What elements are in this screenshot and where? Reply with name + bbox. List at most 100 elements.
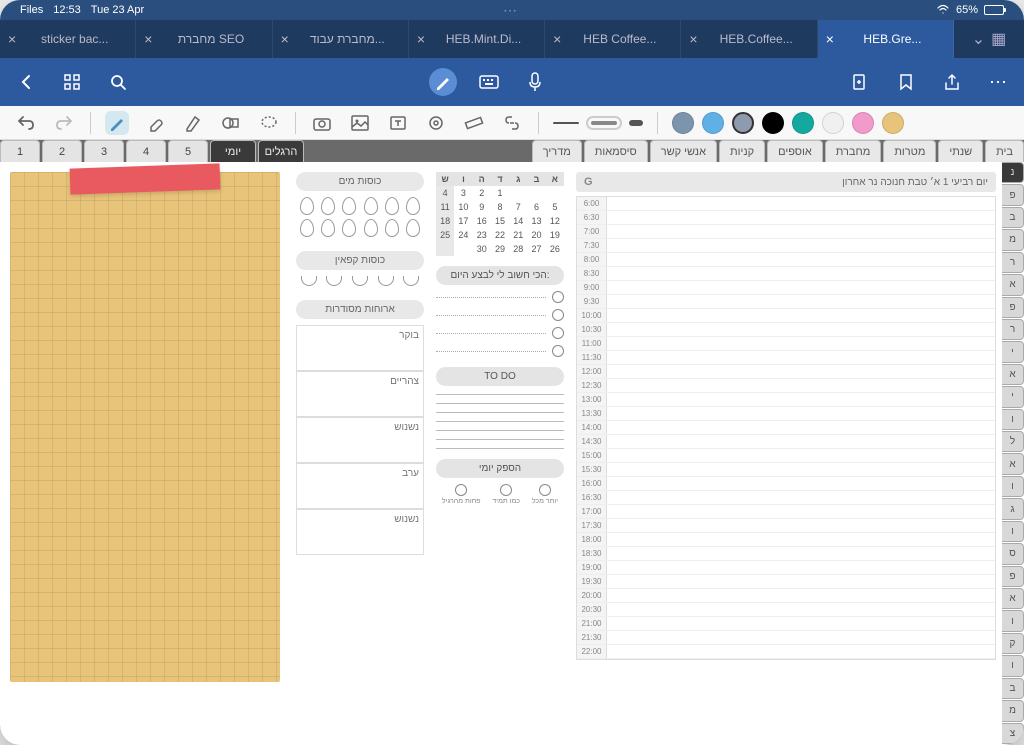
section-tab[interactable]: מחברת <box>825 140 882 162</box>
section-tab[interactable]: בית <box>985 140 1024 162</box>
back-icon[interactable] <box>12 68 40 96</box>
month-side-tab[interactable]: א <box>1002 364 1024 385</box>
mic-icon[interactable] <box>521 68 549 96</box>
review-option[interactable] <box>500 484 512 496</box>
text-icon[interactable] <box>386 111 410 135</box>
month-side-tab[interactable]: מ <box>1002 700 1024 721</box>
month-side-tab[interactable]: ו <box>1002 476 1024 497</box>
shape-icon[interactable] <box>219 111 243 135</box>
document-tab[interactable]: ×מחברת SEO <box>136 20 272 58</box>
month-side-tab[interactable]: פ <box>1002 297 1024 318</box>
camera-icon[interactable] <box>310 111 334 135</box>
document-tab[interactable]: ×sticker bac... <box>0 20 136 58</box>
meal-slot[interactable]: ערב <box>296 463 424 509</box>
meal-slot[interactable]: בוקר <box>296 325 424 371</box>
share-icon[interactable] <box>938 68 966 96</box>
eraser-icon[interactable] <box>143 111 167 135</box>
stroke-width-option[interactable] <box>629 120 643 126</box>
month-side-tab[interactable]: ו <box>1002 521 1024 542</box>
review-option[interactable] <box>539 484 551 496</box>
mini-calendar[interactable]: שוהדגבא432111109876518171615141312252423… <box>436 172 564 256</box>
month-side-tab[interactable]: י <box>1002 341 1024 362</box>
section-tab[interactable]: אנשי קשר <box>650 140 717 162</box>
color-swatch[interactable] <box>732 112 754 134</box>
view-tab[interactable]: הרגלים <box>258 140 304 162</box>
color-swatch[interactable] <box>882 112 904 134</box>
priority-check[interactable] <box>552 309 564 321</box>
color-swatch[interactable] <box>852 112 874 134</box>
section-tab[interactable]: סיסמאות <box>584 140 648 162</box>
stroke-width-option[interactable] <box>553 122 579 124</box>
document-tab[interactable]: ×HEB.Coffee... <box>681 20 817 58</box>
month-side-tab[interactable]: ו <box>1002 409 1024 430</box>
multitask-dots[interactable]: ⋯ <box>503 2 521 19</box>
add-page-icon[interactable] <box>846 68 874 96</box>
highlighter-icon[interactable] <box>181 111 205 135</box>
close-tab-icon[interactable]: × <box>281 31 289 47</box>
keyboard-icon[interactable] <box>475 68 503 96</box>
redo-icon[interactable] <box>52 111 76 135</box>
image-icon[interactable] <box>348 111 372 135</box>
close-tab-icon[interactable]: × <box>8 31 16 47</box>
month-side-tab[interactable]: ק <box>1002 633 1024 654</box>
meal-slot[interactable]: צהריים <box>296 371 424 417</box>
document-tab[interactable]: ×HEB Coffee... <box>545 20 681 58</box>
grid-notepad[interactable] <box>10 172 280 682</box>
month-side-tab[interactable]: א <box>1002 274 1024 295</box>
close-tab-icon[interactable]: × <box>826 31 834 47</box>
files-label[interactable]: Files <box>20 4 43 16</box>
priority-check[interactable] <box>552 345 564 357</box>
month-side-tab[interactable]: ל <box>1002 431 1024 452</box>
month-side-tab[interactable]: נ <box>1002 162 1024 183</box>
color-swatch[interactable] <box>672 112 694 134</box>
priority-check[interactable] <box>552 291 564 303</box>
color-swatch[interactable] <box>702 112 724 134</box>
page-number-tab[interactable]: 5 <box>168 140 208 162</box>
view-tab[interactable]: יומי <box>210 140 256 162</box>
lasso-icon[interactable] <box>257 111 281 135</box>
month-side-tab[interactable]: ג <box>1002 498 1024 519</box>
month-side-tab[interactable]: ו <box>1002 610 1024 631</box>
month-side-tab[interactable]: פ <box>1002 566 1024 587</box>
close-tab-icon[interactable]: × <box>689 31 697 47</box>
tape-tool-icon[interactable] <box>424 111 448 135</box>
grid-icon[interactable] <box>58 68 86 96</box>
meal-slot[interactable]: נשנוש <box>296 509 424 555</box>
color-swatch[interactable] <box>822 112 844 134</box>
document-tab[interactable]: ×HEB.Gre... <box>818 20 954 58</box>
pen-mode-icon[interactable] <box>429 68 457 96</box>
review-option[interactable] <box>455 484 467 496</box>
month-side-tab[interactable]: א <box>1002 453 1024 474</box>
page-number-tab[interactable]: 2 <box>42 140 82 162</box>
chevron-down-icon[interactable]: ⌄ <box>972 29 985 49</box>
month-side-tab[interactable]: ס <box>1002 543 1024 564</box>
stroke-width-option[interactable] <box>591 121 617 125</box>
section-tab[interactable]: אוספים <box>767 140 823 162</box>
pen-tool-icon[interactable] <box>105 111 129 135</box>
close-tab-icon[interactable]: × <box>553 31 561 47</box>
section-tab[interactable]: קניות <box>719 140 765 162</box>
month-side-tab[interactable]: ו <box>1002 655 1024 676</box>
tab-grid-icon[interactable]: ▦ <box>991 29 1006 49</box>
color-swatch[interactable] <box>762 112 784 134</box>
month-side-tab[interactable]: מ <box>1002 229 1024 250</box>
month-side-tab[interactable]: צ <box>1002 723 1024 744</box>
month-side-tab[interactable]: ר <box>1002 252 1024 273</box>
month-side-tab[interactable]: א <box>1002 588 1024 609</box>
bookmark-icon[interactable] <box>892 68 920 96</box>
schedule-grid[interactable]: 6:006:307:007:308:008:309:009:3010:0010:… <box>576 196 996 660</box>
document-tab[interactable]: ×מחברת עבוד... <box>273 20 409 58</box>
page-number-tab[interactable]: 1 <box>0 140 40 162</box>
meal-slot[interactable]: נשנוש <box>296 417 424 463</box>
month-side-tab[interactable]: י <box>1002 386 1024 407</box>
page-number-tab[interactable]: 4 <box>126 140 166 162</box>
document-tab[interactable]: ×HEB.Mint.Di... <box>409 20 545 58</box>
google-icon[interactable]: G <box>584 176 593 188</box>
section-tab[interactable]: מטרות <box>883 140 936 162</box>
section-tab[interactable]: שנתי <box>938 140 983 162</box>
color-swatch[interactable] <box>792 112 814 134</box>
close-tab-icon[interactable]: × <box>417 31 425 47</box>
month-side-tab[interactable]: ר <box>1002 319 1024 340</box>
month-side-tab[interactable]: פ <box>1002 184 1024 205</box>
more-icon[interactable]: ⋯ <box>984 68 1012 96</box>
